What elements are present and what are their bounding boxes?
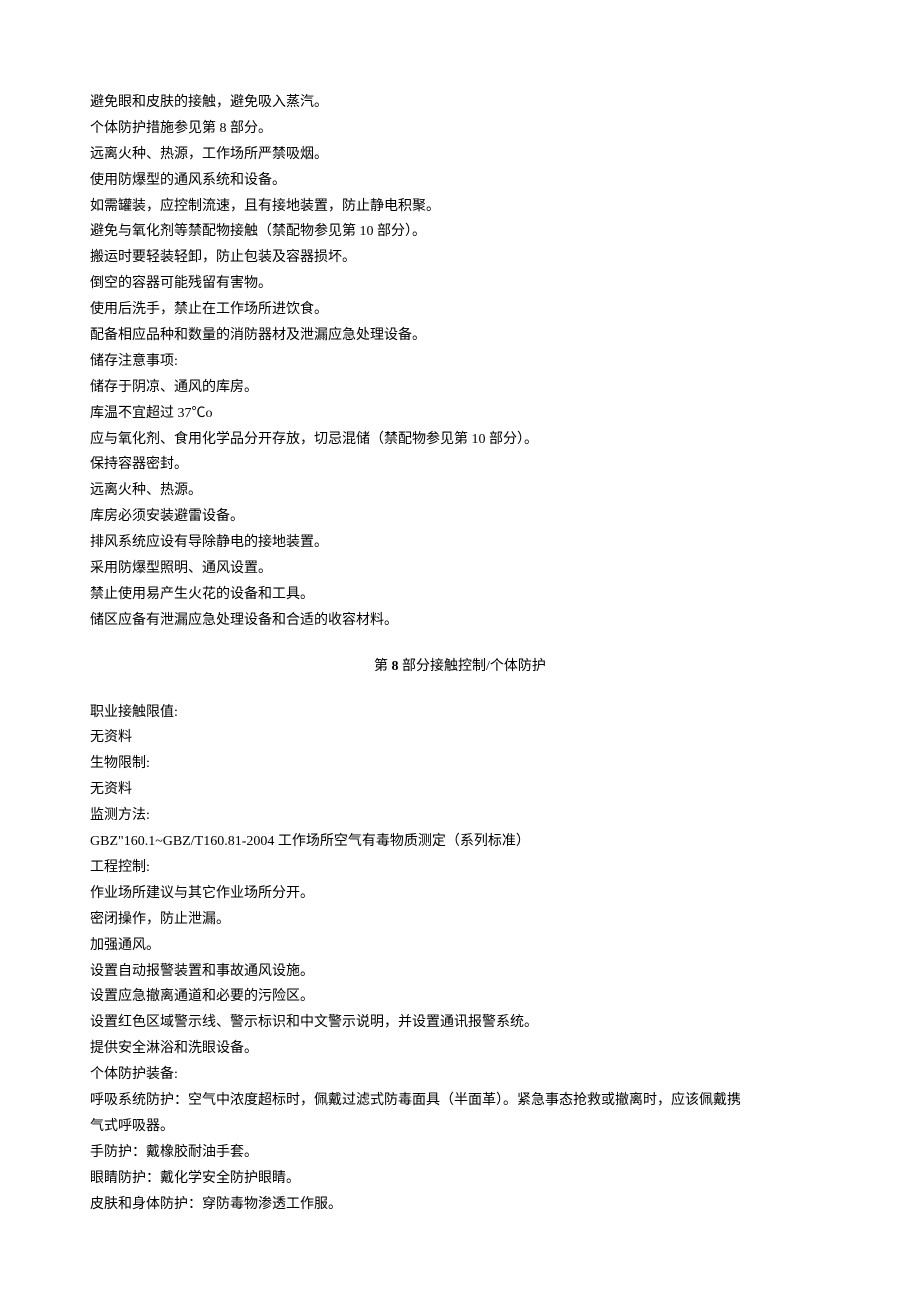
engineering-control-label: 工程控制: [90, 855, 830, 881]
engineering-line: 密闭操作，防止泄漏。 [90, 907, 830, 933]
handling-line: 个体防护措施参见第 8 部分。 [90, 116, 830, 142]
engineering-line: 设置自动报警装置和事故通风设施。 [90, 959, 830, 985]
biological-limit-value: 无资料 [90, 777, 830, 803]
storage-line: 采用防爆型照明、通风设置。 [90, 556, 830, 582]
heading-prefix: 第 [374, 659, 388, 674]
ppe-respiratory-line2: 气式呼吸器。 [90, 1114, 830, 1140]
ppe-eye: 眼睛防护：戴化学安全防护眼睛。 [90, 1166, 830, 1192]
storage-line: 储存于阴凉、通风的库房。 [90, 375, 830, 401]
storage-line: 保持容器密封。 [90, 452, 830, 478]
heading-number: 8 [388, 659, 402, 674]
storage-line: 库温不宜超过 37℃o [90, 401, 830, 427]
engineering-controls: 作业场所建议与其它作业场所分开。 密闭操作，防止泄漏。 加强通风。 设置自动报警… [90, 881, 830, 1062]
monitoring-method-label: 监测方法: [90, 803, 830, 829]
handling-line: 搬运时要轻装轻卸，防止包装及容器损坏。 [90, 245, 830, 271]
engineering-line: 设置应急撤离通道和必要的污险区。 [90, 984, 830, 1010]
storage-label: 储存注意事项: [90, 349, 830, 375]
engineering-line: 设置红色区域警示线、警示标识和中文警示说明，并设置通讯报警系统。 [90, 1010, 830, 1036]
biological-limit-label: 生物限制: [90, 751, 830, 777]
storage-line: 应与氧化剂、食用化学品分开存放，切忌混储（禁配物参见第 10 部分）。 [90, 427, 830, 453]
ppe-respiratory-line1: 呼吸系统防护：空气中浓度超标时，佩戴过滤式防毒面具（半面革）。紧急事态抢救或撤离… [90, 1088, 830, 1114]
monitoring-method-value: GBZ"160.1~GBZ/T160.81-2004 工作场所空气有毒物质测定（… [90, 829, 830, 855]
handling-line: 配备相应品种和数量的消防器材及泄漏应急处理设备。 [90, 323, 830, 349]
ppe-label: 个体防护装备: [90, 1062, 830, 1088]
handling-line: 使用后洗手，禁止在工作场所进饮食。 [90, 297, 830, 323]
occupational-limit-label: 职业接触限值: [90, 700, 830, 726]
handling-line: 使用防爆型的通风系统和设备。 [90, 168, 830, 194]
storage-line: 储区应备有泄漏应急处理设备和合适的收容材料。 [90, 608, 830, 634]
heading-suffix: 部分接触控制/个体防护 [402, 659, 546, 674]
handling-line: 避免与氧化剂等禁配物接触（禁配物参见第 10 部分）。 [90, 219, 830, 245]
ppe-hand: 手防护：戴橡胶耐油手套。 [90, 1140, 830, 1166]
section-8-heading: 第 8 部分接触控制/个体防护 [90, 654, 830, 680]
handling-line: 如需罐装，应控制流速，且有接地装置，防止静电积聚。 [90, 194, 830, 220]
ppe-skin: 皮肤和身体防护：穿防毒物渗透工作服。 [90, 1192, 830, 1218]
occupational-limit-value: 无资料 [90, 725, 830, 751]
storage-precautions: 储存于阴凉、通风的库房。 库温不宜超过 37℃o 应与氧化剂、食用化学品分开存放… [90, 375, 830, 634]
storage-line: 禁止使用易产生火花的设备和工具。 [90, 582, 830, 608]
handling-line: 避免眼和皮肤的接触，避免吸入蒸汽。 [90, 90, 830, 116]
handling-line: 远离火种、热源，工作场所严禁吸烟。 [90, 142, 830, 168]
engineering-line: 加强通风。 [90, 933, 830, 959]
engineering-line: 作业场所建议与其它作业场所分开。 [90, 881, 830, 907]
handling-precautions: 避免眼和皮肤的接触，避免吸入蒸汽。 个体防护措施参见第 8 部分。 远离火种、热… [90, 90, 830, 349]
storage-line: 库房必须安装避雷设备。 [90, 504, 830, 530]
storage-line: 远离火种、热源。 [90, 478, 830, 504]
storage-line: 排风系统应设有导除静电的接地装置。 [90, 530, 830, 556]
engineering-line: 提供安全淋浴和洗眼设备。 [90, 1036, 830, 1062]
handling-line: 倒空的容器可能残留有害物。 [90, 271, 830, 297]
